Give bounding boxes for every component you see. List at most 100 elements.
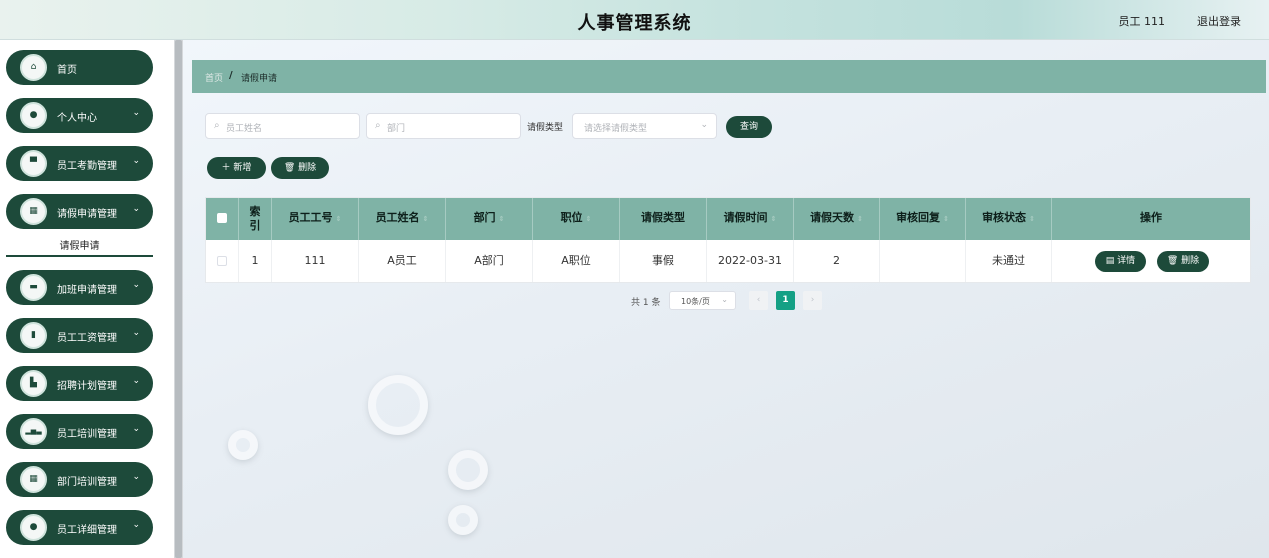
detail-button[interactable]: ▤ 详情 bbox=[1095, 251, 1146, 272]
scrollbar-thumb[interactable] bbox=[175, 40, 182, 558]
col-header-days[interactable]: 请假天数 ⇕ bbox=[794, 198, 880, 240]
sort-icon[interactable]: ⇕ bbox=[423, 215, 429, 223]
next-page-button[interactable]: › bbox=[803, 291, 822, 310]
col-header-label: 请假类型 bbox=[641, 211, 685, 224]
home-icon: ⌂ bbox=[20, 54, 47, 81]
chevron-down-icon: ⌄ bbox=[132, 328, 140, 338]
sort-icon[interactable]: ⇕ bbox=[336, 215, 342, 223]
clipboard-icon: ▮ bbox=[20, 322, 47, 349]
pagination-total: 共 1 条 bbox=[631, 298, 661, 308]
leave-type-placeholder: 请选择请假类型 bbox=[584, 124, 648, 134]
chevron-down-icon: ⌄ bbox=[132, 520, 140, 530]
add-button[interactable]: ＋ 新增 bbox=[207, 157, 266, 179]
breadcrumb-current: 请假申请 bbox=[241, 74, 278, 84]
sidebar-item-label: 员工详细管理 bbox=[57, 525, 117, 536]
add-button-label: 新增 bbox=[233, 163, 252, 173]
col-header-reply[interactable]: 审核回复 ⇕ bbox=[880, 198, 966, 240]
water-drop-decoration bbox=[228, 430, 258, 460]
col-header-emp-name[interactable]: 员工姓名 ⇕ bbox=[359, 198, 446, 240]
sidebar-item-label: 请假申请管理 bbox=[57, 209, 117, 220]
sort-icon[interactable]: ⇕ bbox=[943, 215, 949, 223]
leave-type-select[interactable]: 请选择请假类型 ⌄ bbox=[572, 113, 717, 139]
bar-chart-icon: ▂▅▃ bbox=[20, 418, 47, 445]
cell-reply bbox=[880, 240, 966, 282]
chevron-down-icon: ⌄ bbox=[721, 295, 728, 304]
detail-button-label: 详情 bbox=[1117, 256, 1136, 266]
location-icon: ● bbox=[20, 514, 47, 541]
sidebar-item-recruit[interactable]: ▙ 招聘计划管理 ⌄ bbox=[6, 366, 153, 401]
sidebar-subitem-label: 请假申请 bbox=[59, 241, 100, 252]
search-icon: ⌕ bbox=[214, 120, 220, 131]
cell-position: A职位 bbox=[533, 240, 620, 282]
col-header-label: 操作 bbox=[1140, 211, 1162, 224]
sidebar-item-attendance[interactable]: ▀ 员工考勤管理 ⌄ bbox=[6, 146, 153, 181]
col-header-label: 员工姓名 bbox=[375, 211, 420, 224]
sidebar-item-home[interactable]: ⌂ 首页 bbox=[6, 50, 153, 85]
sidebar-item-overtime[interactable]: ▬ 加班申请管理 ⌄ bbox=[6, 270, 153, 305]
delete-button-label: 删除 bbox=[298, 163, 317, 173]
cell-leave-type: 事假 bbox=[620, 240, 707, 282]
water-drop-decoration bbox=[448, 505, 478, 535]
department-placeholder: 部门 bbox=[387, 124, 406, 134]
sidebar-subitem-leave-apply[interactable]: 请假申请 bbox=[6, 230, 153, 257]
cell-status: 未通过 bbox=[966, 240, 1052, 282]
leave-table: 索引 员工工号 ⇕ 员工姓名 ⇕ 部门 ⇕ 职位 ⇕ 请假类型 请假时间 ⇕ 请假天数 ⇕ … bbox=[205, 197, 1251, 283]
sidebar-item-label: 首页 bbox=[57, 65, 77, 76]
department-input[interactable]: ⌕ 部门 bbox=[366, 113, 521, 139]
sort-icon[interactable]: ⇕ bbox=[771, 215, 777, 223]
sidebar-item-emp-detail[interactable]: ● 员工详细管理 ⌄ bbox=[6, 510, 153, 545]
col-header-leave-date[interactable]: 请假时间 ⇕ bbox=[707, 198, 794, 240]
sort-icon[interactable]: ⇕ bbox=[857, 215, 863, 223]
cell-emp-no: 111 bbox=[272, 240, 359, 282]
sidebar-item-leave[interactable]: ▦ 请假申请管理 ⌄ bbox=[6, 194, 153, 229]
sidebar-item-label: 员工考勤管理 bbox=[57, 161, 117, 172]
breadcrumb-home[interactable]: 首页 bbox=[205, 71, 223, 84]
search-icon: ⌕ bbox=[375, 120, 381, 131]
sidebar-item-label: 招聘计划管理 bbox=[57, 381, 117, 392]
sidebar-item-label: 员工工资管理 bbox=[57, 333, 117, 344]
sidebar-scrollbar[interactable] bbox=[174, 40, 183, 558]
logout-link[interactable]: 退出登录 bbox=[1197, 13, 1241, 29]
col-header-label: 职位 bbox=[560, 211, 583, 224]
col-header-actions: 操作 bbox=[1052, 198, 1250, 240]
sidebar-item-dept-training[interactable]: ▦ 部门培训管理 ⌄ bbox=[6, 462, 153, 497]
monitor-icon: ▀ bbox=[20, 150, 47, 177]
col-header-dept[interactable]: 部门 ⇕ bbox=[446, 198, 533, 240]
prev-page-button[interactable]: ‹ bbox=[749, 291, 768, 310]
query-button[interactable]: 查询 bbox=[726, 116, 772, 138]
breadcrumb: 首页 / 请假申请 bbox=[192, 60, 1266, 93]
chevron-down-icon: ⌄ bbox=[132, 376, 140, 386]
sort-icon[interactable]: ⇕ bbox=[499, 215, 505, 223]
cell-leave-date: 2022-03-31 bbox=[707, 240, 794, 282]
sidebar-item-emp-training[interactable]: ▂▅▃ 员工培训管理 ⌄ bbox=[6, 414, 153, 449]
sidebar-item-personal-center[interactable]: ● 个人中心 ⌄ bbox=[6, 98, 153, 133]
water-drop-decoration bbox=[368, 375, 428, 435]
page-size-value: 10条/页 bbox=[681, 297, 710, 306]
top-header: 人事管理系统 员工 111 退出登录 bbox=[0, 0, 1269, 40]
batch-delete-button[interactable]: 🗑 删除 bbox=[271, 157, 329, 179]
col-header-label: 请假时间 bbox=[723, 211, 768, 224]
col-header-status[interactable]: 审核状态 ⇕ bbox=[966, 198, 1052, 240]
col-header-label: 审核回复 bbox=[896, 211, 941, 224]
sidebar-item-label: 员工培训管理 bbox=[57, 429, 117, 440]
app-title: 人事管理系统 bbox=[577, 13, 692, 34]
page-number-current[interactable]: 1 bbox=[776, 291, 795, 310]
employee-name-input[interactable]: ⌕ 员工姓名 bbox=[205, 113, 360, 139]
chevron-down-icon: ⌄ bbox=[132, 280, 140, 290]
row-delete-button[interactable]: 🗑 删除 bbox=[1157, 251, 1209, 272]
col-header-position[interactable]: 职位 ⇕ bbox=[533, 198, 620, 240]
page-size-select[interactable]: 10条/页 ⌄ bbox=[669, 291, 736, 310]
col-header-emp-no[interactable]: 员工工号 ⇕ bbox=[272, 198, 359, 240]
chevron-down-icon: ⌄ bbox=[132, 108, 140, 118]
sort-icon[interactable]: ⇕ bbox=[586, 215, 592, 223]
row-checkbox[interactable] bbox=[217, 256, 227, 266]
sidebar-item-label: 部门培训管理 bbox=[57, 477, 117, 488]
chevron-down-icon: ⌄ bbox=[132, 424, 140, 434]
chevron-down-icon: ⌄ bbox=[132, 204, 140, 214]
chevron-down-icon: ⌄ bbox=[700, 120, 708, 130]
select-all-checkbox[interactable] bbox=[217, 213, 227, 223]
employee-name-placeholder: 员工姓名 bbox=[226, 124, 263, 134]
sort-icon[interactable]: ⇕ bbox=[1029, 215, 1035, 223]
briefcase-icon: ▬ bbox=[20, 274, 47, 301]
sidebar-item-salary[interactable]: ▮ 员工工资管理 ⌄ bbox=[6, 318, 153, 353]
